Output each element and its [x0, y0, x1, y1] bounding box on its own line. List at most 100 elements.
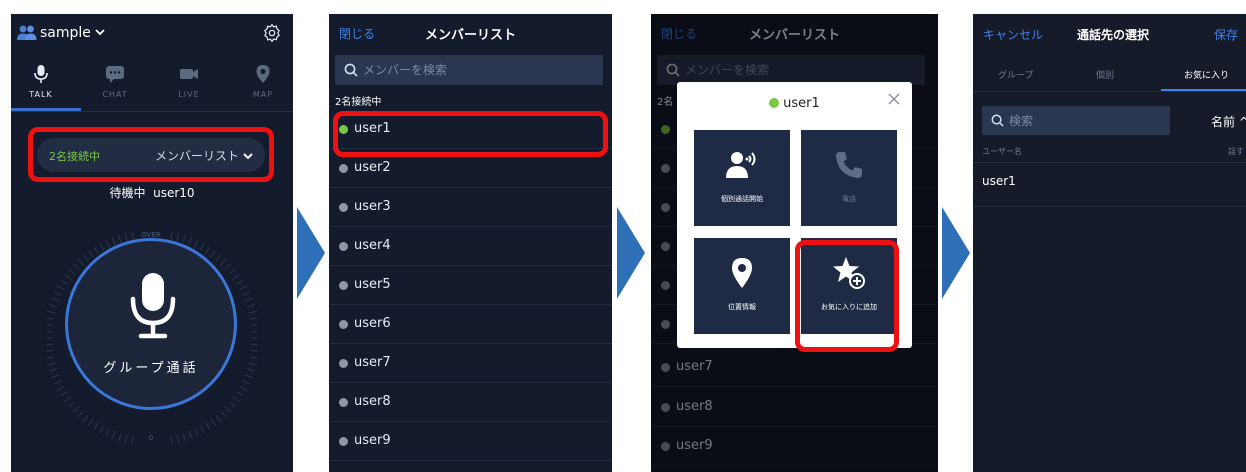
dial-tick — [248, 362, 257, 366]
dial-tick — [250, 317, 257, 320]
search-input[interactable] — [1009, 112, 1159, 130]
dial-tick — [188, 430, 193, 439]
location-button[interactable]: 位置情報 — [694, 238, 790, 334]
private-call-button[interactable]: 個別通話開始 — [694, 130, 790, 226]
dial-tick — [251, 343, 257, 346]
member-search[interactable] — [335, 55, 603, 85]
gear-icon[interactable] — [262, 23, 282, 43]
dial-tick — [47, 362, 56, 366]
dial-tick — [210, 418, 216, 426]
save-button[interactable]: 保存 — [1214, 26, 1238, 43]
search-input[interactable] — [363, 61, 593, 79]
mic-icon — [130, 273, 176, 339]
tab-live[interactable]: LIVE — [159, 60, 219, 110]
dial-tick — [224, 263, 232, 270]
dial-tick — [64, 274, 72, 280]
tab-map[interactable]: MAP — [233, 60, 293, 110]
dial-tick — [228, 268, 236, 275]
dial-tick — [124, 233, 128, 242]
dial-tick — [111, 237, 116, 246]
main-tabs: TALK CHAT LIVE MAP — [11, 60, 293, 110]
dial-tick — [188, 237, 193, 246]
star-add-icon — [833, 257, 865, 289]
user-name: user1 — [982, 174, 1016, 188]
tabs-divider — [973, 91, 1246, 92]
dial-tick — [93, 422, 99, 430]
waiting-label: 待機中 — [109, 186, 146, 200]
dial-tick — [228, 401, 236, 408]
tab-group[interactable]: グループ — [998, 68, 1033, 81]
chevron-down-icon — [243, 153, 253, 160]
dial-tick — [57, 385, 65, 391]
offline-status-dot — [339, 398, 348, 407]
dial-tick — [131, 436, 134, 445]
list-item[interactable]: user5 — [329, 266, 612, 305]
connected-count: 2名接続中 — [49, 150, 100, 163]
member-list-header: メンバーリスト 閉じる — [329, 14, 612, 52]
list-item[interactable]: user9 — [329, 422, 612, 461]
talk-screen: sample TALK CHAT LIVE MAP 2名接続中 メンバーリスト … — [11, 14, 293, 472]
tab-favorites[interactable]: お気に入り — [1184, 68, 1229, 81]
online-status-dot — [769, 98, 780, 108]
modal-user-name: user1 — [783, 96, 820, 111]
dial-tick — [251, 330, 257, 333]
dial-tick — [88, 418, 94, 426]
tab-chat[interactable]: CHAT — [85, 60, 145, 110]
dial-tick — [194, 240, 199, 248]
list-item[interactable]: user3 — [329, 188, 612, 227]
dial-tick — [244, 297, 253, 302]
cancel-button[interactable]: キャンセル — [983, 26, 1043, 43]
dial-tick — [77, 410, 84, 418]
member-list-dropdown[interactable]: 2名接続中 メンバーリスト — [37, 138, 265, 172]
dial-tick — [182, 235, 186, 244]
dial-tick — [176, 233, 180, 242]
user-name: user9 — [354, 433, 391, 448]
dial-tick — [68, 268, 76, 275]
tab-live-label: LIVE — [178, 90, 200, 99]
phone-button[interactable]: 電話 — [801, 130, 897, 226]
location-label: 位置情報 — [728, 303, 756, 311]
dial-tick — [242, 380, 250, 385]
sort-button[interactable]: 名前 ^ — [1211, 113, 1246, 130]
ptt-label: グループ通話 — [103, 361, 199, 376]
list-item[interactable]: user1 — [329, 110, 612, 149]
dial-tick — [220, 410, 227, 418]
dial-tick — [105, 240, 110, 248]
dial-tick — [124, 434, 128, 443]
chevron-down-icon[interactable] — [94, 26, 106, 38]
close-icon[interactable] — [887, 92, 901, 106]
list-item[interactable]: user2 — [329, 149, 612, 188]
list-item[interactable]: user7 — [329, 344, 612, 383]
dial-tick — [54, 291, 62, 296]
close-button[interactable]: 閉じる — [339, 25, 375, 42]
dial-tick — [72, 406, 80, 413]
member-action-modal: user1 個別通話開始 電話 位置情報 お気に入りに追加 — [677, 82, 912, 348]
tab-talk[interactable]: TALK — [11, 60, 71, 110]
user-search[interactable] — [982, 106, 1170, 135]
dial-tick — [118, 235, 122, 244]
search-icon — [344, 63, 358, 77]
group-name[interactable]: sample — [40, 25, 91, 41]
offline-status-dot — [339, 242, 348, 251]
user-name: user2 — [354, 160, 391, 175]
dial-tick — [242, 291, 250, 296]
add-favorite-button[interactable]: お気に入りに追加 — [801, 238, 897, 334]
ptt-button[interactable]: グループ通話 — [65, 238, 237, 410]
dial-tick — [99, 243, 105, 251]
dial-tick — [199, 425, 205, 433]
dial-tick — [251, 324, 257, 326]
dial-tick — [111, 430, 116, 439]
dial-tick — [246, 304, 255, 308]
dial-tick — [236, 391, 244, 397]
location-pin-icon — [732, 258, 752, 288]
list-item[interactable]: user8 — [329, 383, 612, 422]
group-icon[interactable] — [17, 24, 37, 42]
tab-individual[interactable]: 個別 — [1096, 68, 1114, 81]
dial-tick — [239, 285, 247, 291]
list-item[interactable]: user4 — [329, 227, 612, 266]
user-name: user5 — [354, 277, 391, 292]
user-name: user8 — [354, 394, 391, 409]
table-row[interactable]: user1 — [973, 163, 1246, 207]
list-item[interactable]: user6 — [329, 305, 612, 344]
mic-icon — [34, 65, 48, 83]
